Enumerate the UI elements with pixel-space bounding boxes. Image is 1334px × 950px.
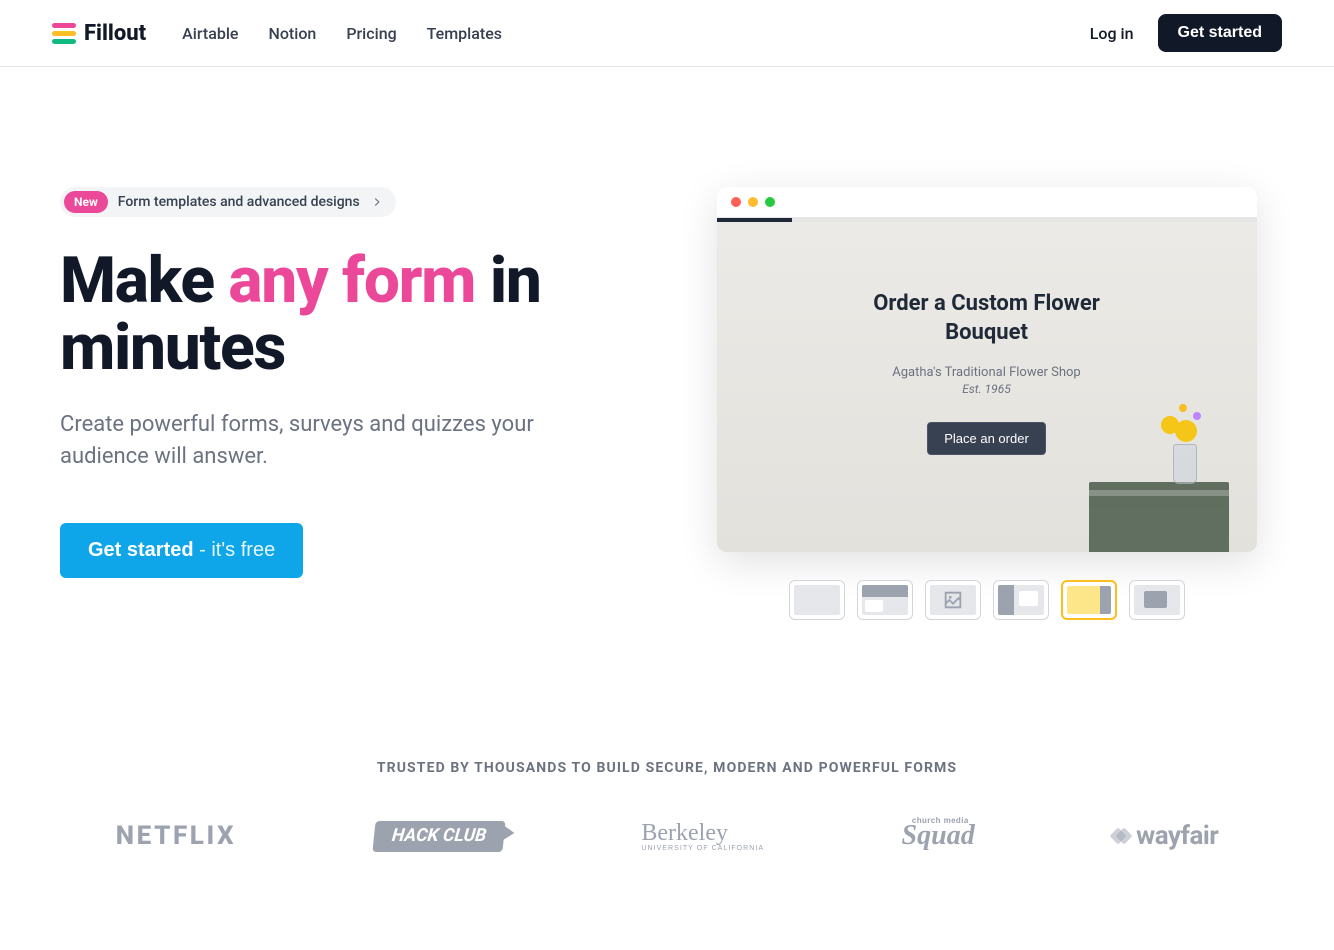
logo-icon (52, 23, 76, 44)
announcement-text: Form templates and advanced designs (118, 194, 360, 210)
top-nav: Fillout Airtable Notion Pricing Template… (0, 0, 1334, 67)
nav-link-templates[interactable]: Templates (427, 24, 502, 43)
subheadline: Create powerful forms, surveys and quizz… (60, 409, 580, 473)
nav-links: Airtable Notion Pricing Templates (182, 24, 502, 43)
new-badge: New (64, 191, 108, 213)
wayfair-icon (1112, 827, 1130, 845)
headline-prefix: Make (60, 243, 228, 318)
layout-thumbnails (789, 580, 1185, 620)
logo-wayfair: wayfair (1112, 821, 1218, 851)
get-started-button[interactable]: Get started (1158, 14, 1282, 52)
layout-thumb-6[interactable] (1129, 580, 1185, 620)
trusted-section: TRUSTED BY THOUSANDS TO BUILD SECURE, MO… (0, 660, 1334, 912)
hero-left: New Form templates and advanced designs … (60, 187, 651, 578)
client-logos: NETFLIX HACK CLUB Berkeley UNIVERSITY OF… (67, 820, 1267, 852)
nav-link-pricing[interactable]: Pricing (346, 24, 396, 43)
nav-link-airtable[interactable]: Airtable (182, 24, 238, 43)
layout-thumb-1[interactable] (789, 580, 845, 620)
layout-thumb-2[interactable] (857, 580, 913, 620)
logo-squad: church mediaSquad (902, 820, 975, 852)
image-icon (942, 589, 964, 611)
hero-right: Order a Custom Flower Bouquet Agatha's T… (691, 187, 1282, 620)
cta-button[interactable]: Get started - it's free (60, 523, 303, 578)
logo-netflix: NETFLIX (116, 821, 236, 851)
brand-name: Fillout (84, 21, 146, 46)
nav-right: Log in Get started (1090, 14, 1282, 52)
place-order-button[interactable]: Place an order (927, 422, 1046, 455)
flower-illustration (1067, 422, 1237, 552)
hero-section: New Form templates and advanced designs … (0, 67, 1334, 660)
layout-thumb-4[interactable] (993, 580, 1049, 620)
layout-thumb-5[interactable] (1061, 580, 1117, 620)
nav-link-notion[interactable]: Notion (268, 24, 316, 43)
form-preview: Order a Custom Flower Bouquet Agatha's T… (717, 222, 1257, 552)
trusted-headline: TRUSTED BY THOUSANDS TO BUILD SECURE, MO… (52, 760, 1282, 776)
form-shop-name: Agatha's Traditional Flower Shop (892, 365, 1080, 380)
announcement-pill[interactable]: New Form templates and advanced designs (60, 187, 396, 217)
browser-chrome (717, 187, 1257, 218)
browser-preview: Order a Custom Flower Bouquet Agatha's T… (717, 187, 1257, 552)
headline: Make any form in minutes (60, 247, 651, 381)
logo-berkeley: Berkeley UNIVERSITY OF CALIFORNIA (641, 821, 764, 852)
headline-accent: any form (228, 243, 475, 318)
cta-suffix: - it's free (194, 539, 276, 561)
nav-left: Fillout Airtable Notion Pricing Template… (52, 21, 502, 46)
window-close-icon (731, 197, 741, 207)
chevron-right-icon (370, 195, 384, 209)
form-est: Est. 1965 (962, 382, 1011, 396)
form-title: Order a Custom Flower Bouquet (857, 290, 1117, 347)
logo-hackclub: HACK CLUB (374, 821, 504, 852)
layout-thumb-3[interactable] (925, 580, 981, 620)
window-minimize-icon (748, 197, 758, 207)
window-maximize-icon (765, 197, 775, 207)
brand-logo[interactable]: Fillout (52, 21, 146, 46)
login-link[interactable]: Log in (1090, 24, 1134, 43)
cta-main: Get started (88, 539, 194, 561)
